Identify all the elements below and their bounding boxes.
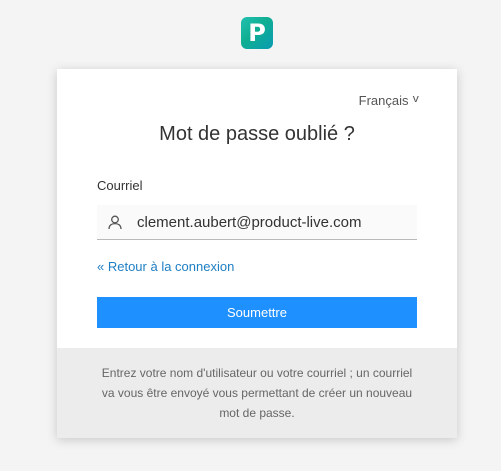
login-page: P Français v Mot de passe oublié ? Courr… (0, 0, 501, 471)
help-text: Entrez votre nom d'utilisateur ou votre … (101, 366, 413, 420)
email-label: Courriel (97, 178, 143, 193)
help-footer: Entrez votre nom d'utilisateur ou votre … (57, 348, 457, 438)
language-label: Français (358, 93, 409, 108)
user-icon (107, 214, 123, 230)
language-selector[interactable]: Français v (358, 93, 419, 108)
back-to-login-link[interactable]: « Retour à la connexion (97, 259, 234, 274)
email-field[interactable] (137, 213, 407, 231)
product-live-logo: P (241, 17, 273, 49)
forgot-password-card: Français v Mot de passe oublié ? Courrie… (57, 69, 457, 438)
chevron-down-icon: v (412, 93, 419, 105)
submit-button[interactable]: Soumettre (97, 297, 417, 328)
logo-letter: P (248, 19, 266, 47)
email-field-wrapper[interactable] (97, 205, 417, 240)
page-title: Mot de passe oublié ? (159, 123, 355, 145)
